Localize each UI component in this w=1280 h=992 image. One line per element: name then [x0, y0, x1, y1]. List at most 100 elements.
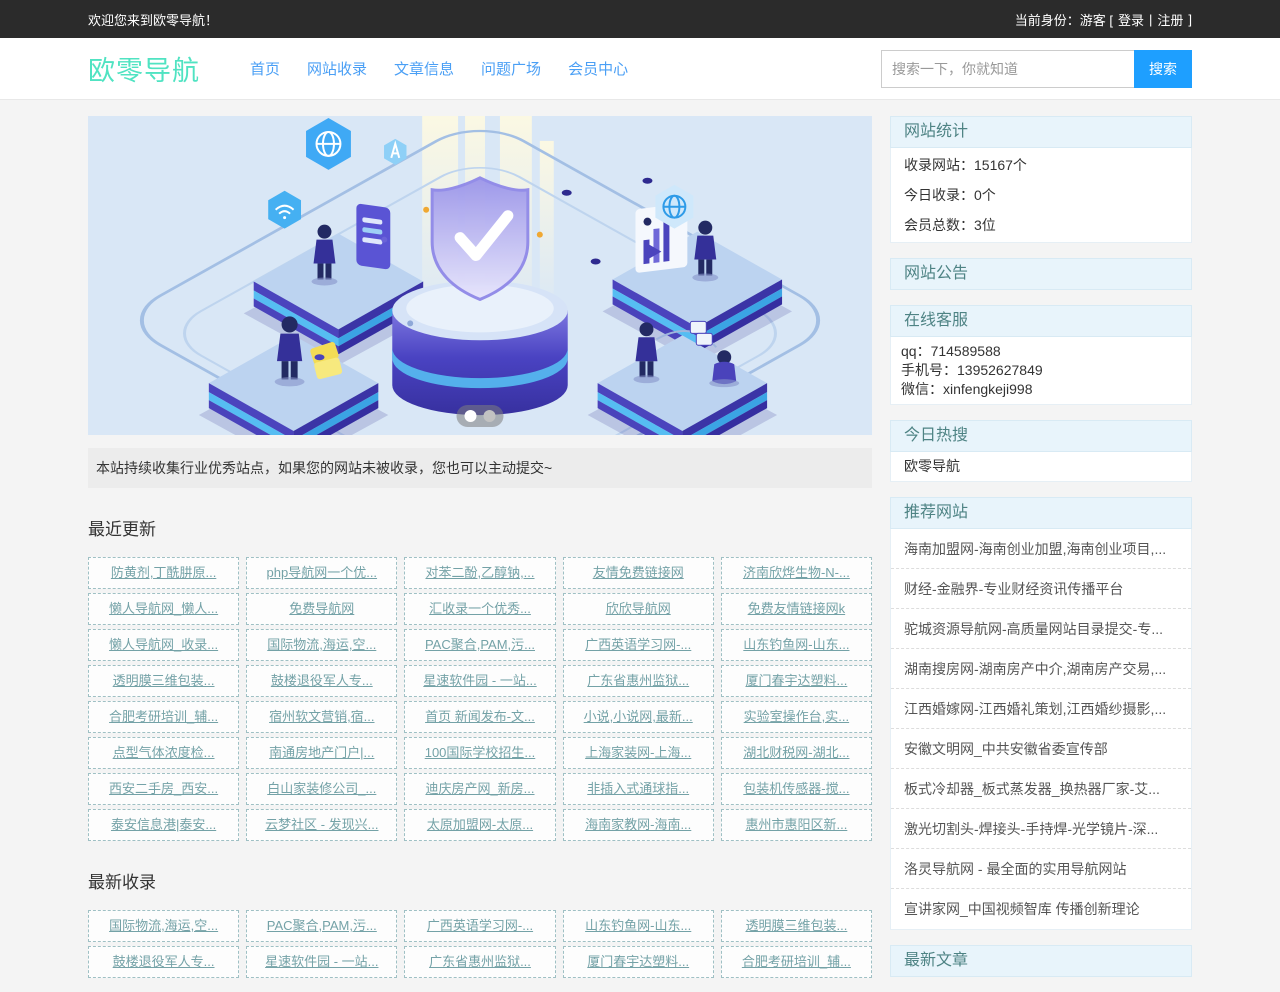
site-link[interactable]: 星速软件园 - 一站...	[246, 946, 397, 978]
site-link[interactable]: 南通房地产门户|...	[246, 737, 397, 769]
topbar: 欢迎您来到欧零导航！ 当前身份：游客 [ 登录 | 注册 ]	[0, 0, 1280, 38]
site-link[interactable]: 防黄剂,丁酰肼原...	[88, 557, 239, 589]
site-link[interactable]: 非插入式通球指...	[563, 773, 714, 805]
search-bar: 搜索	[881, 50, 1192, 88]
recommended-site-link[interactable]: 财经-金融界-专业财经资讯传播平台	[891, 569, 1191, 609]
recommended-title: 推荐网站	[890, 497, 1192, 529]
site-link[interactable]: 国际物流,海运,空...	[246, 629, 397, 661]
site-link[interactable]: 免费友情链接网k	[721, 593, 872, 625]
site-link[interactable]: 包装机传感器-搅...	[721, 773, 872, 805]
site-link[interactable]: 海南家教网-海南...	[563, 809, 714, 841]
nav-item[interactable]: 文章信息	[394, 58, 454, 79]
announcement-title: 网站公告	[890, 258, 1192, 290]
recommended-site-link[interactable]: 湖南搜房网-湖南房产中介,湖南房产交易,...	[891, 649, 1191, 689]
sidebar-section-stats: 网站统计 收录网站：15167个今日收录：0个会员总数：3位	[890, 116, 1192, 243]
sidebar-section-latest-articles: 最新文章	[890, 945, 1192, 977]
site-link[interactable]: 合肥考研培训_辅...	[721, 946, 872, 978]
identity-separator: |	[1149, 12, 1152, 27]
search-input[interactable]	[881, 50, 1134, 88]
sidebar-section-hot-search: 今日热搜 欧零导航	[890, 420, 1192, 482]
site-link[interactable]: 对苯二酚,乙醇钠,...	[404, 557, 555, 589]
recommended-site-link[interactable]: 海南加盟网-海南创业加盟,海南创业项目,...	[891, 529, 1191, 569]
site-link[interactable]: 鼓楼退役军人专...	[88, 946, 239, 978]
site-link[interactable]: 欣欣导航网	[563, 593, 714, 625]
site-link[interactable]: 迪庆房产网_新房...	[404, 773, 555, 805]
sidebar-section-service: 在线客服 qq：714589588手机号：13952627849微信：xinfe…	[890, 305, 1192, 405]
site-link[interactable]: 首页 新闻发布-文...	[404, 701, 555, 733]
identity-prefix: 当前身份：游客 [	[1015, 10, 1113, 29]
site-link[interactable]: 西安二手房_西安...	[88, 773, 239, 805]
site-link[interactable]: 云梦社区 - 发现兴...	[246, 809, 397, 841]
site-link[interactable]: 山东钓鱼网-山东...	[563, 910, 714, 942]
site-link[interactable]: 上海家装网-上海...	[563, 737, 714, 769]
carousel-dot-2[interactable]	[484, 410, 496, 422]
site-link[interactable]: 合肥考研培训_辅...	[88, 701, 239, 733]
site-link[interactable]: 汇收录一个优秀...	[404, 593, 555, 625]
site-link[interactable]: 厦门春宇达塑料...	[721, 665, 872, 697]
site-link[interactable]: 泰安信息港|泰安...	[88, 809, 239, 841]
site-link[interactable]: 友情免费链接网	[563, 557, 714, 589]
hot-search-title: 今日热搜	[890, 420, 1192, 452]
search-button[interactable]: 搜索	[1134, 50, 1192, 88]
site-link[interactable]: 广东省惠州监狱...	[404, 946, 555, 978]
recommended-site-link[interactable]: 板式冷却器_板式蒸发器_换热器厂家-艾...	[891, 769, 1191, 809]
register-link[interactable]: 注册	[1157, 10, 1183, 29]
site-link[interactable]: 湖北财税网-湖北...	[721, 737, 872, 769]
service-title: 在线客服	[890, 305, 1192, 337]
site-link[interactable]: 宿州软文营销,宿...	[246, 701, 397, 733]
site-link[interactable]: 济南欣烨生物-N-...	[721, 557, 872, 589]
site-link[interactable]: 惠州市惠阳区新...	[721, 809, 872, 841]
recommended-site-link[interactable]: 洛灵导航网 - 最全面的实用导航网站	[891, 849, 1191, 889]
service-line: 微信：xinfengkeji998	[901, 380, 1181, 399]
hot-search-item[interactable]: 欧零导航	[891, 452, 1191, 481]
latest-included-grid: 国际物流,海运,空...PAC聚合,PAM,污...广西英语学习网-...山东钓…	[88, 910, 872, 978]
site-link[interactable]: 广西英语学习网-...	[404, 910, 555, 942]
site-link[interactable]: 实验室操作台,实...	[721, 701, 872, 733]
section-title-latest-included: 最新收录	[88, 868, 872, 893]
carousel-dots	[457, 405, 504, 427]
notice-bar: 本站持续收集行业优秀站点，如果您的网站未被收录，您也可以主动提交~	[88, 448, 872, 488]
site-link[interactable]: 100国际学校招生...	[404, 737, 555, 769]
login-link[interactable]: 登录	[1118, 10, 1144, 29]
nav-item[interactable]: 会员中心	[568, 58, 628, 79]
site-logo[interactable]: 欧零导航	[88, 49, 200, 88]
identity-suffix: ]	[1188, 12, 1192, 27]
site-link[interactable]: 透明膜三维包装...	[721, 910, 872, 942]
recommended-site-link[interactable]: 激光切割头-焊接头-手持焊-光学镜片-深...	[891, 809, 1191, 849]
site-link[interactable]: 厦门春宇达塑料...	[563, 946, 714, 978]
site-link[interactable]: 白山家装修公司_...	[246, 773, 397, 805]
site-link[interactable]: PAC聚合,PAM,污...	[404, 629, 555, 661]
sidebar-section-recommended: 推荐网站 海南加盟网-海南创业加盟,海南创业项目,...财经-金融界-专业财经资…	[890, 497, 1192, 930]
nav-item[interactable]: 问题广场	[481, 58, 541, 79]
site-link[interactable]: 懒人导航网_收录...	[88, 629, 239, 661]
recommended-site-link[interactable]: 江西婚嫁网-江西婚礼策划,江西婚纱摄影,...	[891, 689, 1191, 729]
site-link[interactable]: 小说,小说网,最新...	[563, 701, 714, 733]
hero-illustration	[88, 116, 872, 435]
stats-title: 网站统计	[890, 116, 1192, 148]
sidebar: 网站统计 收录网站：15167个今日收录：0个会员总数：3位 网站公告 在线客服…	[890, 116, 1192, 992]
carousel-dot-1[interactable]	[465, 410, 477, 422]
site-link[interactable]: PAC聚合,PAM,污...	[246, 910, 397, 942]
site-link[interactable]: 点型气体浓度检...	[88, 737, 239, 769]
service-line: 手机号：13952627849	[901, 361, 1181, 380]
section-title-recent-updates: 最近更新	[88, 515, 872, 540]
site-link[interactable]: php导航网一个优...	[246, 557, 397, 589]
site-link[interactable]: 鼓楼退役军人专...	[246, 665, 397, 697]
header: 欧零导航 首页 网站收录 文章信息 问题广场 会员中心 搜索	[0, 38, 1280, 100]
nav-item[interactable]: 首页	[250, 58, 280, 79]
stat-row: 今日收录：0个	[891, 180, 1191, 210]
site-link[interactable]: 免费导航网	[246, 593, 397, 625]
recommended-site-link[interactable]: 驼城资源导航网-高质量网站目录提交-专...	[891, 609, 1191, 649]
site-link[interactable]: 山东钓鱼网-山东...	[721, 629, 872, 661]
recommended-site-link[interactable]: 安徽文明网_中共安徽省委宣传部	[891, 729, 1191, 769]
site-link[interactable]: 国际物流,海运,空...	[88, 910, 239, 942]
recommended-site-link[interactable]: 宣讲家网_中国视频智库 传播创新理论	[891, 889, 1191, 929]
site-link[interactable]: 广东省惠州监狱...	[563, 665, 714, 697]
stat-row: 会员总数：3位	[891, 210, 1191, 240]
site-link[interactable]: 星速软件园 - 一站...	[404, 665, 555, 697]
site-link[interactable]: 懒人导航网_懒人...	[88, 593, 239, 625]
site-link[interactable]: 太原加盟网-太原...	[404, 809, 555, 841]
site-link[interactable]: 广西英语学习网-...	[563, 629, 714, 661]
site-link[interactable]: 透明膜三维包装...	[88, 665, 239, 697]
nav-item[interactable]: 网站收录	[307, 58, 367, 79]
